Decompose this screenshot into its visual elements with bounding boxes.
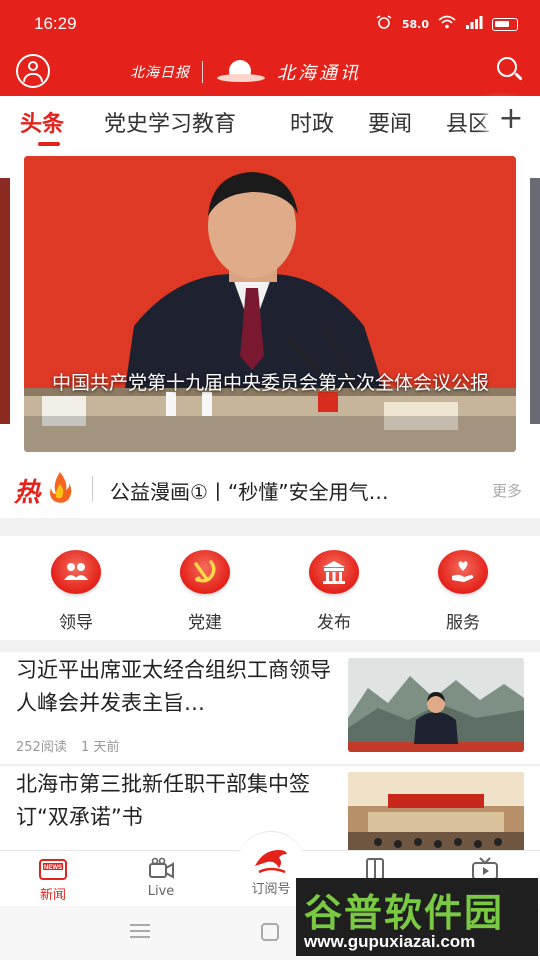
watermark: 谷普软件园 www.gupuxiazai.com <box>296 878 538 956</box>
alarm-icon <box>375 15 393 33</box>
watermark-name: 谷普软件园 <box>304 891 505 935</box>
news-icon: NEWS <box>38 857 68 881</box>
quick-nav-service[interactable]: 服务 <box>423 550 503 633</box>
more-link[interactable]: 更多 <box>492 480 522 501</box>
news-thumbnail <box>348 658 524 752</box>
brand-divider <box>202 61 203 83</box>
svg-text:NEWS: NEWS <box>44 865 62 871</box>
dolphin-icon <box>255 850 287 874</box>
slide-photo <box>24 156 516 452</box>
heart-hand-icon <box>438 550 488 594</box>
section-divider <box>0 518 540 536</box>
quick-nav-label: 发布 <box>317 613 351 633</box>
quick-nav-label: 服务 <box>446 613 480 633</box>
hot-ticker[interactable]: 热 公益漫画①丨“秒懂”安全用气… 更多 <box>0 462 540 518</box>
home-icon[interactable] <box>261 923 279 941</box>
tab-news[interactable]: 要闻 <box>368 106 412 138</box>
search-icon-handle <box>514 72 523 81</box>
section-divider <box>0 640 540 652</box>
flame-icon <box>50 472 72 503</box>
news-title[interactable]: 习近平出席亚太经合组织工商领导人峰会并发表主旨… <box>16 654 336 720</box>
plus-icon[interactable]: + <box>496 102 526 138</box>
hot-logo: 热 <box>14 470 76 508</box>
nav-news-label: 新闻 <box>39 888 66 903</box>
quick-nav-leaders[interactable]: 领导 <box>36 550 116 633</box>
sunrise-logo-icon <box>215 58 267 86</box>
hot-headline[interactable]: 公益漫画①丨“秒懂”安全用气… <box>110 476 389 505</box>
top-bar: 16:29 58.0 北海日报 北海通讯 <box>0 0 540 96</box>
active-tab-indicator <box>38 142 60 146</box>
building-icon <box>309 550 359 594</box>
people-icon <box>51 550 101 594</box>
tab-headlines[interactable]: 头条 <box>20 106 64 138</box>
next-slide-peek[interactable] <box>530 178 540 424</box>
quick-nav-party-building[interactable]: 党建 <box>165 550 245 633</box>
tab-party-history[interactable]: 党史学习教育 <box>104 106 236 138</box>
video-icon <box>146 857 176 881</box>
paper-name: 北海日报 <box>130 65 190 81</box>
battery-icon <box>492 17 518 31</box>
quick-nav-label: 党建 <box>188 613 222 633</box>
wifi-icon <box>438 15 456 33</box>
nav-live-label: Live <box>147 884 175 899</box>
tab-politics[interactable]: 时政 <box>290 106 334 138</box>
tab-county[interactable]: 县区 <box>446 106 490 138</box>
user-profile-button[interactable] <box>16 54 50 88</box>
hot-divider <box>92 476 93 502</box>
signal-icon <box>465 15 483 33</box>
status-bar: 16:29 58.0 <box>0 0 540 48</box>
user-icon-body <box>23 73 43 82</box>
app-title: 北海通讯 <box>277 63 361 84</box>
nav-news[interactable]: NEWS 新闻 <box>18 857 88 903</box>
status-icons: 58.0 <box>375 15 518 33</box>
news-list-item[interactable]: 习近平出席亚太经合组织工商领导人峰会并发表主旨… 252阅读 1 天前 <box>0 652 540 764</box>
news-timestamp: 1 天前 <box>80 740 120 755</box>
news-read-count: 252阅读 <box>16 740 67 755</box>
app-header: 北海日报 北海通讯 <box>0 48 540 96</box>
hot-logo-text: 热 <box>14 478 41 508</box>
brand-logo: 北海日报 北海通讯 <box>130 56 410 88</box>
menu-icon[interactable] <box>130 924 150 938</box>
data-speed-icon: 58.0 <box>401 17 429 31</box>
channel-tabs: 头条 党史学习教育 时政 要闻 县区 + <box>0 96 540 150</box>
nav-live[interactable]: Live <box>126 857 196 899</box>
prev-slide-peek[interactable] <box>0 178 10 424</box>
quick-nav: 领导 党建 发布 服务 <box>0 536 540 640</box>
quick-nav-label: 领导 <box>59 613 93 633</box>
news-title[interactable]: 北海市第三批新任职干部集中签订“双承诺”书 <box>16 768 336 834</box>
status-time: 16:29 <box>34 14 77 33</box>
watermark-url: www.gupuxiazai.com <box>304 932 476 951</box>
featured-carousel[interactable]: 中国共产党第十九届中央委员会第六次全体会议公报 <box>0 150 540 452</box>
news-meta: 252阅读 1 天前 <box>16 736 119 755</box>
slide-caption: 中国共产党第十九届中央委员会第六次全体会议公报 <box>52 372 490 394</box>
carousel-slide[interactable]: 中国共产党第十九届中央委员会第六次全体会议公报 <box>24 156 516 452</box>
news-thumbnail <box>348 772 524 850</box>
search-button[interactable] <box>496 56 524 84</box>
party-emblem-icon <box>180 550 230 594</box>
user-icon <box>28 61 38 71</box>
quick-nav-release[interactable]: 发布 <box>294 550 374 633</box>
